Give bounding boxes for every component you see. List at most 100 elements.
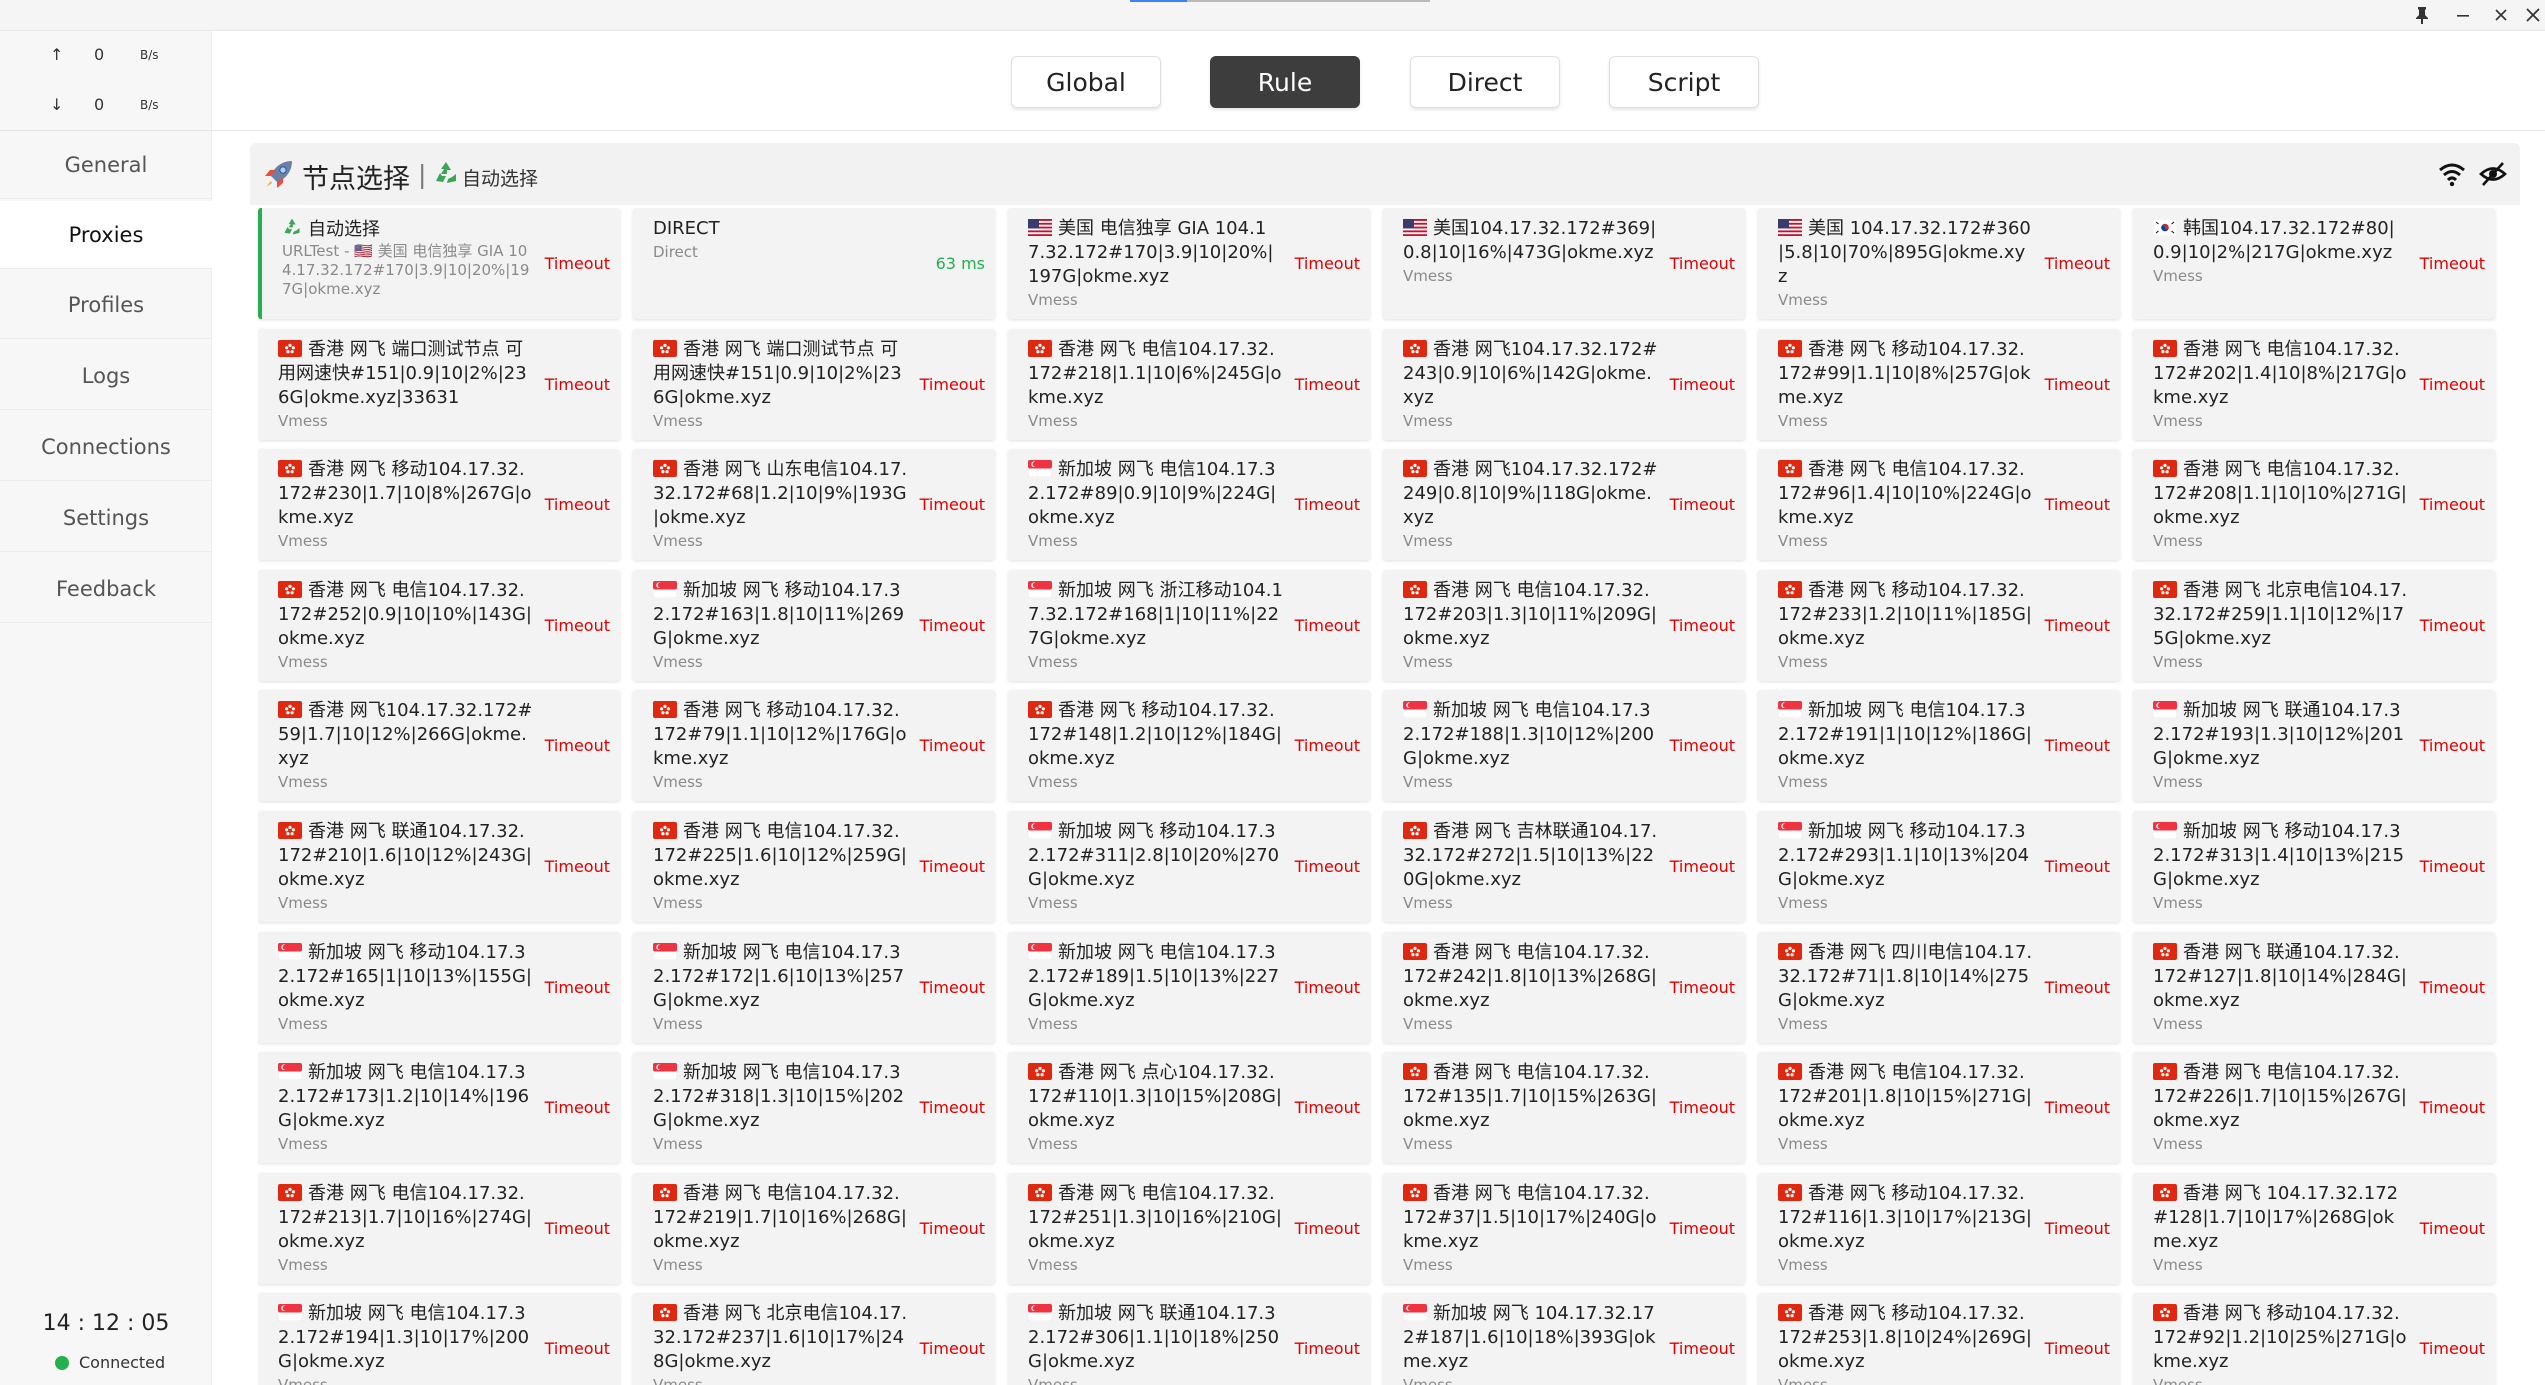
proxy-delay[interactable]: Timeout bbox=[2045, 616, 2110, 635]
proxy-delay[interactable]: Timeout bbox=[920, 1339, 985, 1358]
proxy-delay[interactable]: Timeout bbox=[1670, 254, 1735, 273]
proxy-card[interactable]: 新加坡 网飞 电信104.17.32.172#89|0.9|10|9%|224G… bbox=[1008, 449, 1370, 560]
proxy-card[interactable]: 香港 网飞 联通104.17.32.172#210|1.6|10|12%|243… bbox=[258, 811, 620, 922]
proxy-card[interactable]: 新加坡 网飞 联通104.17.32.172#306|1.1|10|18%|25… bbox=[1008, 1293, 1370, 1385]
proxy-card[interactable]: 香港 网飞 北京电信104.17.32.172#259|1.1|10|12%|1… bbox=[2133, 570, 2495, 681]
proxy-card[interactable]: 新加坡 网飞 移动104.17.32.172#313|1.4|10|13%|21… bbox=[2133, 811, 2495, 922]
proxy-card[interactable]: 香港 网飞 端口测试节点 可用网速快#151|0.9|10|2%|236G|ok… bbox=[258, 329, 620, 440]
proxy-delay[interactable]: Timeout bbox=[1670, 495, 1735, 514]
proxy-delay[interactable]: Timeout bbox=[1670, 1219, 1735, 1238]
proxy-delay[interactable]: Timeout bbox=[2045, 1098, 2110, 1117]
proxy-card[interactable]: 香港 网飞 移动104.17.32.172#79|1.1|10|12%|176G… bbox=[633, 690, 995, 801]
proxy-card[interactable]: 美国104.17.32.172#369|0.8|10|16%|473G|okme… bbox=[1383, 208, 1745, 319]
proxy-card[interactable]: 新加坡 网飞 电信104.17.32.172#189|1.5|10|13%|22… bbox=[1008, 932, 1370, 1043]
proxy-delay[interactable]: Timeout bbox=[2420, 1098, 2485, 1117]
nav-proxies[interactable]: Proxies bbox=[0, 201, 212, 269]
proxy-card[interactable]: 香港 网飞 电信104.17.32.172#226|1.7|10|15%|267… bbox=[2133, 1052, 2495, 1163]
proxy-delay[interactable]: Timeout bbox=[545, 375, 610, 394]
proxy-card[interactable]: 香港 网飞 电信104.17.32.172#201|1.8|10|15%|271… bbox=[1758, 1052, 2120, 1163]
nav-logs[interactable]: Logs bbox=[0, 342, 212, 410]
proxy-card[interactable]: 香港 网飞 北京电信104.17.32.172#237|1.6|10|17%|2… bbox=[633, 1293, 995, 1385]
proxy-delay[interactable]: Timeout bbox=[545, 254, 610, 273]
proxy-card[interactable]: 新加坡 网飞 电信104.17.32.172#172|1.6|10|13%|25… bbox=[633, 932, 995, 1043]
proxy-delay[interactable]: Timeout bbox=[545, 1219, 610, 1238]
proxy-card[interactable]: 美国 电信独享 GIA 104.17.32.172#170|3.9|10|20%… bbox=[1008, 208, 1370, 319]
proxy-delay[interactable]: Timeout bbox=[2420, 495, 2485, 514]
proxy-delay[interactable]: Timeout bbox=[2045, 1219, 2110, 1238]
proxy-delay[interactable]: Timeout bbox=[1295, 1098, 1360, 1117]
proxy-delay[interactable]: Timeout bbox=[1295, 375, 1360, 394]
proxy-card[interactable]: 香港 网飞 移动104.17.32.172#233|1.2|10|11%|185… bbox=[1758, 570, 2120, 681]
proxy-delay[interactable]: Timeout bbox=[1670, 736, 1735, 755]
proxy-delay[interactable]: Timeout bbox=[2420, 1219, 2485, 1238]
proxy-card[interactable]: 香港 网飞 电信104.17.32.172#202|1.4|10|8%|217G… bbox=[2133, 329, 2495, 440]
nav-general[interactable]: General bbox=[0, 131, 212, 199]
proxy-delay[interactable]: Timeout bbox=[2045, 1339, 2110, 1358]
proxy-card[interactable]: 香港 网飞 电信104.17.32.172#251|1.3|10|16%|210… bbox=[1008, 1173, 1370, 1284]
proxy-card[interactable]: 新加坡 网飞 电信104.17.32.172#194|1.3|10|17%|20… bbox=[258, 1293, 620, 1385]
proxy-card[interactable]: 新加坡 网飞 联通104.17.32.172#193|1.3|10|12%|20… bbox=[2133, 690, 2495, 801]
proxy-delay[interactable]: Timeout bbox=[545, 1098, 610, 1117]
proxy-card[interactable]: 香港 网飞 吉林联通104.17.32.172#272|1.5|10|13%|2… bbox=[1383, 811, 1745, 922]
proxy-card[interactable]: 香港 网飞 电信104.17.32.172#218|1.1|10|6%|245G… bbox=[1008, 329, 1370, 440]
proxy-delay[interactable]: Timeout bbox=[2045, 736, 2110, 755]
proxy-card[interactable]: 香港 网飞 移动104.17.32.172#230|1.7|10|8%|267G… bbox=[258, 449, 620, 560]
proxy-delay[interactable]: Timeout bbox=[2420, 1339, 2485, 1358]
proxy-delay[interactable]: Timeout bbox=[1295, 1219, 1360, 1238]
proxy-delay[interactable]: Timeout bbox=[920, 616, 985, 635]
nav-feedback[interactable]: Feedback bbox=[0, 555, 212, 623]
proxy-delay[interactable]: Timeout bbox=[2420, 375, 2485, 394]
proxy-card[interactable]: DIRECT Direct 63 ms bbox=[633, 208, 995, 319]
proxy-card[interactable]: 新加坡 网飞 移动104.17.32.172#311|2.8|10|20%|27… bbox=[1008, 811, 1370, 922]
proxy-delay[interactable]: Timeout bbox=[1295, 736, 1360, 755]
proxy-delay[interactable]: Timeout bbox=[2045, 375, 2110, 394]
proxy-delay[interactable]: Timeout bbox=[1295, 978, 1360, 997]
proxy-card[interactable]: 香港 网飞104.17.32.172#249|0.8|10|9%|118G|ok… bbox=[1383, 449, 1745, 560]
proxy-card[interactable]: 自动选择 URLTest - 🇺🇸 美国 电信独享 GIA 104.17.32.1… bbox=[258, 208, 620, 319]
pin-icon[interactable] bbox=[2407, 2, 2437, 28]
proxy-card[interactable]: 新加坡 网飞 移动104.17.32.172#165|1|10|13%|155G… bbox=[258, 932, 620, 1043]
proxy-delay[interactable]: Timeout bbox=[1670, 978, 1735, 997]
proxy-delay[interactable]: Timeout bbox=[920, 978, 985, 997]
close-button[interactable] bbox=[2518, 2, 2545, 28]
proxy-card[interactable]: 香港 网飞 移动104.17.32.172#253|1.8|10|24%|269… bbox=[1758, 1293, 2120, 1385]
proxy-card[interactable]: 香港 网飞 端口测试节点 可用网速快#151|0.9|10|2%|236G|ok… bbox=[633, 329, 995, 440]
maximize-button[interactable] bbox=[2486, 2, 2516, 28]
proxy-group-header[interactable]: 节点选择 | 自动选择 bbox=[250, 143, 2520, 205]
proxy-card[interactable]: 香港 网飞 电信104.17.32.172#96|1.4|10|10%|224G… bbox=[1758, 449, 2120, 560]
proxy-delay[interactable]: 63 ms bbox=[936, 254, 985, 273]
proxy-delay[interactable]: Timeout bbox=[1295, 857, 1360, 876]
proxy-delay[interactable]: Timeout bbox=[1295, 1339, 1360, 1358]
proxy-card[interactable]: 新加坡 网飞 移动104.17.32.172#163|1.8|10|11%|26… bbox=[633, 570, 995, 681]
proxy-delay[interactable]: Timeout bbox=[2420, 978, 2485, 997]
proxy-delay[interactable]: Timeout bbox=[545, 616, 610, 635]
proxy-card[interactable]: 香港 网飞 电信104.17.32.172#252|0.9|10|10%|143… bbox=[258, 570, 620, 681]
proxy-delay[interactable]: Timeout bbox=[2420, 857, 2485, 876]
proxy-delay[interactable]: Timeout bbox=[920, 495, 985, 514]
proxy-card[interactable]: 香港 网飞 电信104.17.32.172#203|1.3|10|11%|209… bbox=[1383, 570, 1745, 681]
proxy-card[interactable]: 香港 网飞 山东电信104.17.32.172#68|1.2|10|9%|193… bbox=[633, 449, 995, 560]
proxy-card[interactable]: 香港 网飞104.17.32.172#59|1.7|10|12%|266G|ok… bbox=[258, 690, 620, 801]
proxy-card[interactable]: 韩国104.17.32.172#80|0.9|10|2%|217G|okme.x… bbox=[2133, 208, 2495, 319]
proxy-card[interactable]: 新加坡 网飞 电信104.17.32.172#318|1.3|10|15%|20… bbox=[633, 1052, 995, 1163]
proxy-delay[interactable]: Timeout bbox=[920, 375, 985, 394]
proxy-delay[interactable]: Timeout bbox=[545, 1339, 610, 1358]
proxy-delay[interactable]: Timeout bbox=[1670, 375, 1735, 394]
drag-region[interactable] bbox=[1130, 0, 1430, 2]
proxy-delay[interactable]: Timeout bbox=[1670, 857, 1735, 876]
mode-direct-button[interactable]: Direct bbox=[1410, 56, 1560, 108]
proxy-delay[interactable]: Timeout bbox=[920, 1098, 985, 1117]
proxy-card[interactable]: 美国 104.17.32.172#360|5.8|10|70%|895G|okm… bbox=[1758, 208, 2120, 319]
proxy-delay[interactable]: Timeout bbox=[920, 736, 985, 755]
proxy-card[interactable]: 新加坡 网飞 浙江移动104.17.32.172#168|1|10|11%|22… bbox=[1008, 570, 1370, 681]
nav-profiles[interactable]: Profiles bbox=[0, 271, 212, 339]
proxy-delay[interactable]: Timeout bbox=[1295, 495, 1360, 514]
proxy-delay[interactable]: Timeout bbox=[545, 978, 610, 997]
proxy-card[interactable]: 香港 网飞 联通104.17.32.172#127|1.8|10|14%|284… bbox=[2133, 932, 2495, 1043]
minimize-button[interactable] bbox=[2448, 2, 2478, 28]
nav-connections[interactable]: Connections bbox=[0, 413, 212, 481]
wifi-icon[interactable] bbox=[2438, 161, 2466, 187]
proxy-delay[interactable]: Timeout bbox=[545, 857, 610, 876]
mode-rule-button[interactable]: Rule bbox=[1210, 56, 1360, 108]
nav-settings[interactable]: Settings bbox=[0, 484, 212, 552]
